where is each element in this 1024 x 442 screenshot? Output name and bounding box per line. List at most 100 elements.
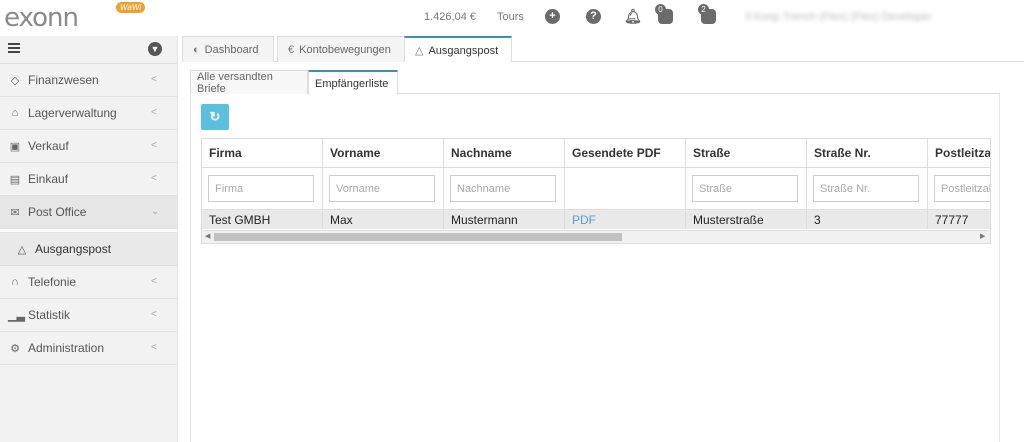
chevron-left-icon: < <box>151 74 157 85</box>
horizontal-scrollbar[interactable]: ◀ ▶ <box>202 230 990 243</box>
scroll-right-icon[interactable]: ▶ <box>980 232 985 240</box>
chevron-down-icon: ⌄ <box>151 206 160 217</box>
filter-cell <box>565 168 686 209</box>
sidebar-item-label: Post Office <box>28 205 87 219</box>
content-panel: Alle versandten Briefe Empfängerliste ↻ … <box>182 62 1008 442</box>
messages-count-badge: 2 <box>698 4 709 15</box>
chevron-down-circle-icon[interactable]: ▼ <box>148 42 162 56</box>
filter-vorname-input[interactable] <box>329 175 435 202</box>
column-header[interactable]: Vorname <box>323 139 444 167</box>
chevron-left-icon: < <box>151 140 157 151</box>
chevron-left-icon: < <box>151 173 157 184</box>
truck-icon: ▤ <box>9 173 21 186</box>
column-header[interactable]: Straße <box>686 139 807 167</box>
account-balance: 1.426,04 € <box>424 11 476 23</box>
column-header[interactable]: Nachname <box>444 139 565 167</box>
sidebar-item-administration[interactable]: ⚙ Administration < <box>0 332 177 365</box>
column-header[interactable]: Gesendete PDF <box>565 139 686 167</box>
sidebar-item-label: Telefonie <box>28 275 77 289</box>
filter-cell <box>686 168 807 209</box>
table-cell: Musterstraße <box>686 210 807 229</box>
recipient-table: Firma Vorname Nachname Gesendete PDF Str… <box>201 138 991 244</box>
logo-badge: WaWi <box>116 2 146 13</box>
tab-dashboard[interactable]: ◐ Dashboard <box>182 36 274 62</box>
sidebar-header: ▼ <box>0 36 177 64</box>
sidebar: ▼ ◇ Finanzwesen < ⌂ Lagerverwaltung < ▣ … <box>0 36 178 442</box>
tab-kontobewegungen[interactable]: € Kontobewegungen <box>277 36 405 62</box>
column-header[interactable]: Straße Nr. <box>807 139 928 167</box>
sidebar-item-ausgangspost[interactable]: △ Ausgangspost <box>0 233 177 266</box>
plus-circle-icon[interactable]: + <box>545 9 560 24</box>
filter-strasse-input[interactable] <box>692 175 798 202</box>
tours-link[interactable]: Tours <box>497 11 524 23</box>
sidebar-item-label: Statistik <box>28 308 71 322</box>
top-bar: exonn WaWi 1.426,04 € Tours + ? 🔔︎ 0 2 l… <box>0 0 1024 36</box>
outbox-icon: △ <box>17 243 27 256</box>
outbox-icon: △ <box>415 45 424 57</box>
logo[interactable]: exonn WaWi <box>4 2 146 33</box>
tab-ausgangspost[interactable]: △ Ausgangspost <box>404 36 512 63</box>
sidebar-item-verkauf[interactable]: ▣ Verkauf < <box>0 130 177 163</box>
chevron-left-icon: < <box>151 276 157 287</box>
tab-body: ↻ Firma Vorname Nachname Gesendete PDF S… <box>190 94 1000 442</box>
cart-icon: ▣ <box>9 140 21 153</box>
tab-label: Ausgangspost <box>428 44 499 57</box>
cogs-icon: ⚙ <box>10 342 20 355</box>
sidebar-item-einkauf[interactable]: ▤ Einkauf < <box>0 163 177 196</box>
tab-label: Empfängerliste <box>315 77 389 90</box>
table-cell: 3 <box>807 210 928 229</box>
pdf-link[interactable]: PDF <box>572 213 596 227</box>
filter-cell <box>323 168 444 209</box>
sidebar-item-finanzwesen[interactable]: ◇ Finanzwesen < <box>0 64 177 97</box>
tab-label: Kontobewegungen <box>299 43 391 56</box>
filter-cell <box>928 168 990 209</box>
main-tab-bar: ◐ Dashboard € Kontobewegungen △ Ausgangs… <box>182 36 1024 63</box>
filter-strasse-nr-input[interactable] <box>813 175 919 202</box>
chevron-left-icon: < <box>151 309 157 320</box>
bell-icon[interactable]: 🔔︎ <box>624 9 642 24</box>
sidebar-item-post-office[interactable]: ✉ Post Office ⌄ <box>0 196 177 229</box>
table-filter-row <box>202 168 990 210</box>
table-cell: 77777 <box>928 210 990 229</box>
sub-tab-bar: Alle versandten Briefe Empfängerliste <box>190 70 1000 95</box>
column-header[interactable]: Firma <box>202 139 323 167</box>
sidebar-item-label: Lagerverwaltung <box>28 106 117 120</box>
tab-label: Alle versandten Briefe <box>197 70 273 95</box>
filter-firma-input[interactable] <box>208 175 314 202</box>
warehouse-icon: ⌂ <box>11 107 19 119</box>
dashboard-icon: ◐ <box>193 43 200 56</box>
sidebar-item-lagerverwaltung[interactable]: ⌂ Lagerverwaltung < <box>0 97 177 130</box>
refresh-button[interactable]: ↻ <box>201 104 229 130</box>
scroll-left-icon[interactable]: ◀ <box>205 232 210 240</box>
sidebar-item-label: Einkauf <box>28 172 69 186</box>
table-cell: PDF <box>565 210 686 229</box>
headset-icon: ∩ <box>11 276 19 288</box>
filter-cell <box>202 168 323 209</box>
sidebar-item-label: Finanzwesen <box>28 73 99 87</box>
tab-alle-versandten-briefe[interactable]: Alle versandten Briefe <box>190 70 308 95</box>
sidebar-item-telefonie[interactable]: ∩ Telefonie < <box>0 266 177 299</box>
tab-empfaengerliste[interactable]: Empfängerliste <box>308 70 398 95</box>
filter-cell <box>444 168 565 209</box>
table-header-row: Firma Vorname Nachname Gesendete PDF Str… <box>202 139 990 168</box>
sidebar-item-label: Ausgangspost <box>35 242 112 256</box>
table-cell: Max <box>323 210 444 229</box>
diamond-icon: ◇ <box>10 74 20 87</box>
table-row[interactable]: Test GMBH Max Mustermann PDF Musterstraß… <box>202 210 990 229</box>
sidebar-item-statistik[interactable]: ▁▃ Statistik < <box>0 299 177 332</box>
chevron-left-icon: < <box>151 342 157 353</box>
filter-postleitzahl-input[interactable] <box>934 175 990 202</box>
logo-text: exonn <box>4 3 79 33</box>
table-cell: Test GMBH <box>202 210 323 229</box>
euro-icon: € <box>288 43 295 56</box>
help-circle-icon[interactable]: ? <box>586 9 601 24</box>
filter-nachname-input[interactable] <box>450 175 556 202</box>
chart-icon: ▁▃ <box>8 309 25 322</box>
column-header[interactable]: Postleitzahl <box>928 139 990 167</box>
user-menu[interactable]: ll Koop Trench (Flex) (Flex) Developer <box>746 11 932 23</box>
scrollbar-thumb[interactable] <box>214 233 622 241</box>
table-cell: Mustermann <box>444 210 565 229</box>
hamburger-menu-icon[interactable] <box>8 43 20 53</box>
refresh-icon: ↻ <box>209 109 221 124</box>
chevron-left-icon: < <box>151 107 157 118</box>
